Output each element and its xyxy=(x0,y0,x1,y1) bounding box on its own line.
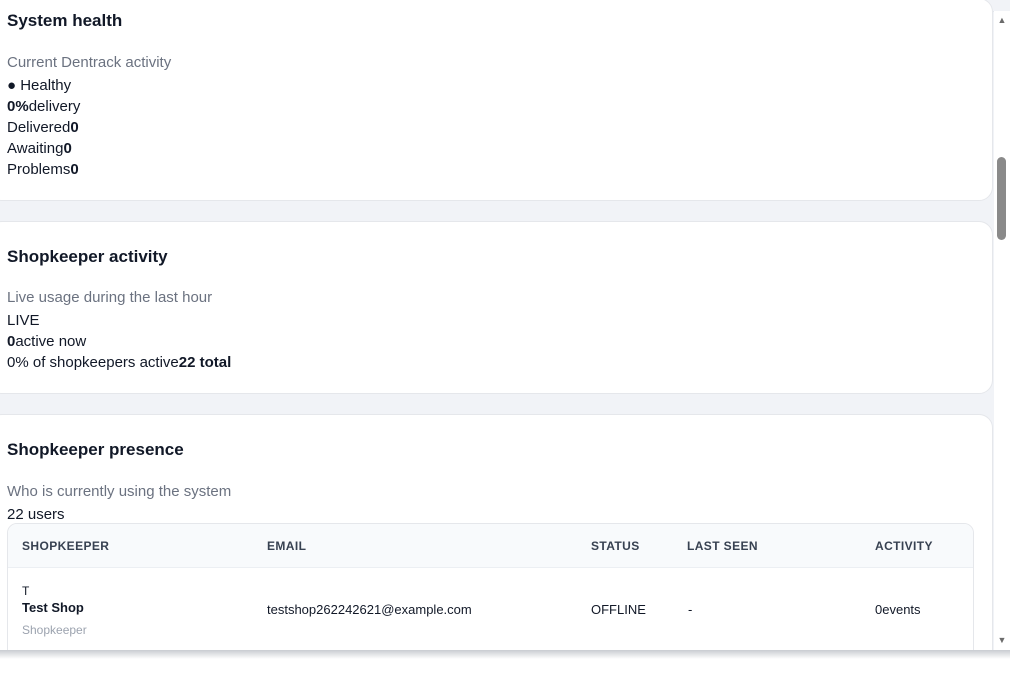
delivered-stat: Delivered0 xyxy=(7,119,79,136)
delivery-value: 0% xyxy=(7,98,29,115)
problems-stat: Problems0 xyxy=(7,161,79,178)
card-title: Shopkeeper activity xyxy=(7,247,168,266)
delivered-value: 0 xyxy=(70,119,79,136)
column-header-status[interactable]: STATUS xyxy=(591,539,640,553)
page-viewport: System health Current Dentrack activity … xyxy=(0,0,1010,650)
table-header: SHOPKEEPER EMAIL STATUS LAST SEEN ACTIVI… xyxy=(8,524,973,568)
total-label: 22 total xyxy=(178,354,232,371)
active-percent-stat: 0% of shopkeepers active22 total xyxy=(7,354,231,371)
card-subtitle: Current Dentrack activity xyxy=(7,54,172,71)
shopkeeper-role: Shopkeeper xyxy=(22,623,87,637)
problems-label: Problems xyxy=(7,161,71,178)
shopkeeper-name: Test Shop xyxy=(22,600,84,615)
table-row[interactable]: T Test Shop Shopkeeper testshop262242621… xyxy=(8,568,973,650)
awaiting-stat: Awaiting0 xyxy=(7,140,72,157)
presence-table: SHOPKEEPER EMAIL STATUS LAST SEEN ACTIVI… xyxy=(7,523,974,650)
shopkeeper-email: testshop262242621@example.com xyxy=(267,602,472,617)
active-now-stat: 0active now xyxy=(7,333,86,350)
window-bottom-edge xyxy=(0,650,1010,659)
column-header-activity[interactable]: ACTIVITY xyxy=(875,539,933,553)
column-header-last-seen[interactable]: LAST SEEN xyxy=(687,539,758,553)
delivery-label: delivery xyxy=(28,98,81,115)
scroll-up-icon[interactable]: ▲ xyxy=(994,13,1010,27)
scrollbar-thumb[interactable] xyxy=(997,157,1006,240)
card-title: System health xyxy=(7,11,123,30)
scroll-down-icon[interactable]: ▼ xyxy=(994,633,1010,647)
card-subtitle: Who is currently using the system xyxy=(7,483,232,500)
activity-label: events xyxy=(882,602,921,617)
percent-label: 0% of shopkeepers active xyxy=(7,354,179,371)
problems-value: 0 xyxy=(70,161,79,178)
last-seen: - xyxy=(688,602,693,617)
system-health-card: System health Current Dentrack activity … xyxy=(0,0,993,201)
activity-count: 0events xyxy=(875,602,921,617)
vertical-scrollbar[interactable]: ▲ ▼ xyxy=(994,11,1010,650)
awaiting-value: 0 xyxy=(63,140,72,157)
card-subtitle: Live usage during the last hour xyxy=(7,289,213,306)
card-title: Shopkeeper presence xyxy=(7,440,184,459)
delivered-label: Delivered xyxy=(7,119,71,136)
status-badge: OFFLINE xyxy=(591,602,646,617)
column-header-email[interactable]: EMAIL xyxy=(267,539,306,553)
awaiting-label: Awaiting xyxy=(7,140,64,157)
health-status: ● Healthy xyxy=(7,77,72,94)
shopkeeper-presence-card: Shopkeeper presence Who is currently usi… xyxy=(0,414,993,650)
active-label: active now xyxy=(15,333,87,350)
user-count: 22 users xyxy=(7,506,65,523)
column-header-shopkeeper[interactable]: SHOPKEEPER xyxy=(22,539,109,553)
avatar: T xyxy=(22,584,30,598)
delivery-stat: 0%delivery xyxy=(7,98,80,115)
live-badge: LIVE xyxy=(7,312,40,329)
shopkeeper-activity-card: Shopkeeper activity Live usage during th… xyxy=(0,221,993,394)
